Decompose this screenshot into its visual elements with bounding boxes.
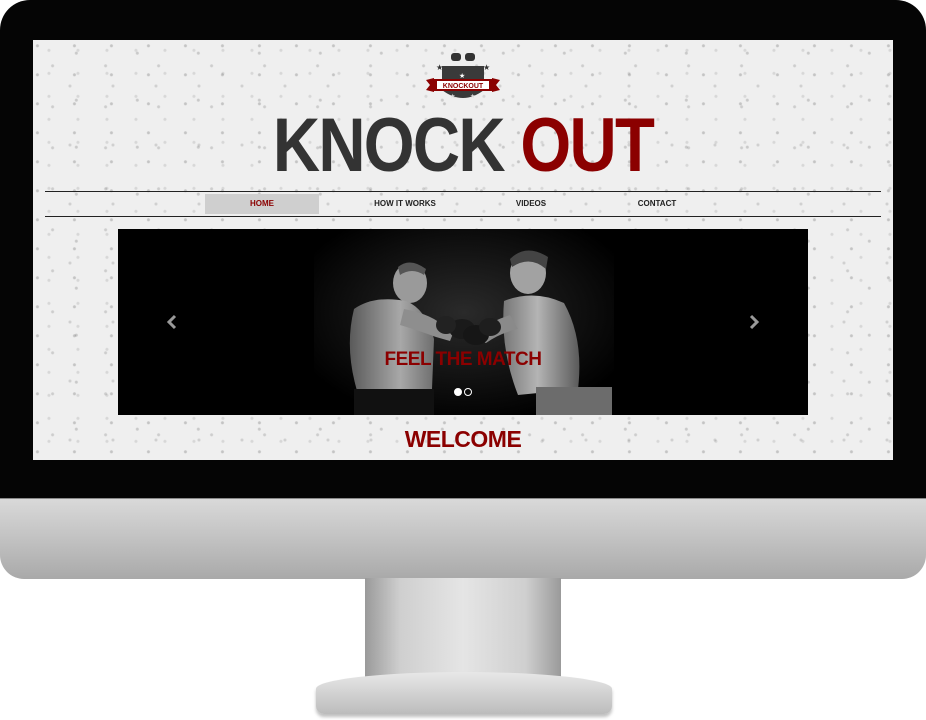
slider-dot-1[interactable] xyxy=(454,388,462,396)
site-title-word-1: KNOCK xyxy=(272,103,506,188)
logo-text: KNOCKOUT xyxy=(443,83,484,90)
nav-item-videos[interactable]: VIDEOS xyxy=(485,194,577,214)
welcome-heading: WELCOME xyxy=(404,426,522,452)
nav-item-how-it-works[interactable]: HOW IT WORKS xyxy=(345,194,465,214)
nav-item-home[interactable]: HOME xyxy=(205,194,319,214)
site-title-word-2: OUT xyxy=(520,103,655,188)
hero-slider[interactable]: FEEL THE MATCH xyxy=(118,229,808,415)
svg-text:★: ★ xyxy=(483,63,490,72)
monitor-chin xyxy=(0,498,926,579)
slide-caption: FEEL THE MATCH xyxy=(384,349,542,370)
svg-text:★: ★ xyxy=(459,72,465,80)
site-title: KNOCK OUT xyxy=(93,106,833,186)
website-screen: ★ ★ ★ ★ ★ KNOCKOUT KNOCK OUT HOME HOW IT… xyxy=(33,40,893,460)
svg-text:★: ★ xyxy=(470,93,475,100)
monitor-stand-foot xyxy=(316,672,612,714)
chevron-left-icon[interactable] xyxy=(162,309,182,335)
svg-text:★: ★ xyxy=(450,93,455,100)
main-nav: HOME HOW IT WORKS VIDEOS CONTACT xyxy=(45,191,881,217)
chevron-right-icon[interactable] xyxy=(744,309,764,335)
boxing-gloves-emblem-icon[interactable]: ★ ★ ★ ★ ★ KNOCKOUT xyxy=(424,48,502,108)
slider-dot-2[interactable] xyxy=(464,388,472,396)
slider-dots xyxy=(452,388,476,396)
nav-item-contact[interactable]: CONTACT xyxy=(611,194,703,214)
